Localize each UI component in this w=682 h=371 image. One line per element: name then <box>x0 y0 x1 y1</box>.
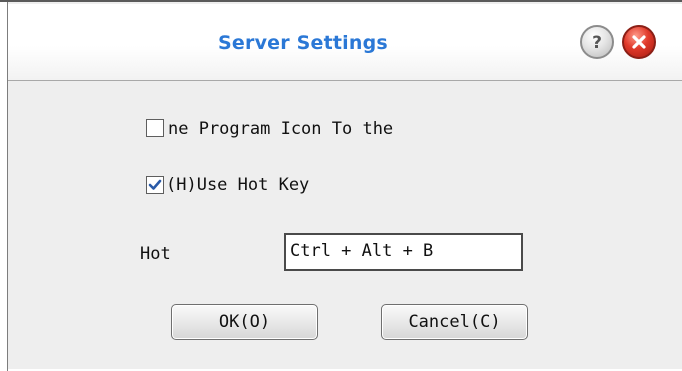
question-mark-icon: ? <box>592 33 602 53</box>
program-icon-checkbox[interactable] <box>146 119 164 137</box>
svg-text:?: ? <box>592 33 602 53</box>
dialog-title: Server Settings <box>218 32 388 54</box>
checkmark-icon <box>148 179 162 190</box>
cancel-button[interactable]: Cancel(C) <box>381 304 528 340</box>
server-settings-dialog: Server Settings ? ne Program Icon To the… <box>0 0 682 371</box>
close-x-icon <box>632 35 646 49</box>
program-icon-label: ne Program Icon To the <box>168 119 394 139</box>
window-left-edge <box>0 2 8 371</box>
hotkey-field-label: Hot <box>140 244 171 264</box>
ok-button[interactable]: OK(O) <box>171 304 318 340</box>
title-bar[interactable]: Server Settings ? <box>8 4 682 81</box>
use-hotkey-label: (H)Use Hot Key <box>166 175 310 195</box>
help-button[interactable]: ? <box>580 25 614 59</box>
use-hotkey-checkbox[interactable] <box>146 176 164 194</box>
close-button[interactable] <box>622 25 656 59</box>
hotkey-input[interactable]: Ctrl + Alt + B <box>284 233 523 271</box>
